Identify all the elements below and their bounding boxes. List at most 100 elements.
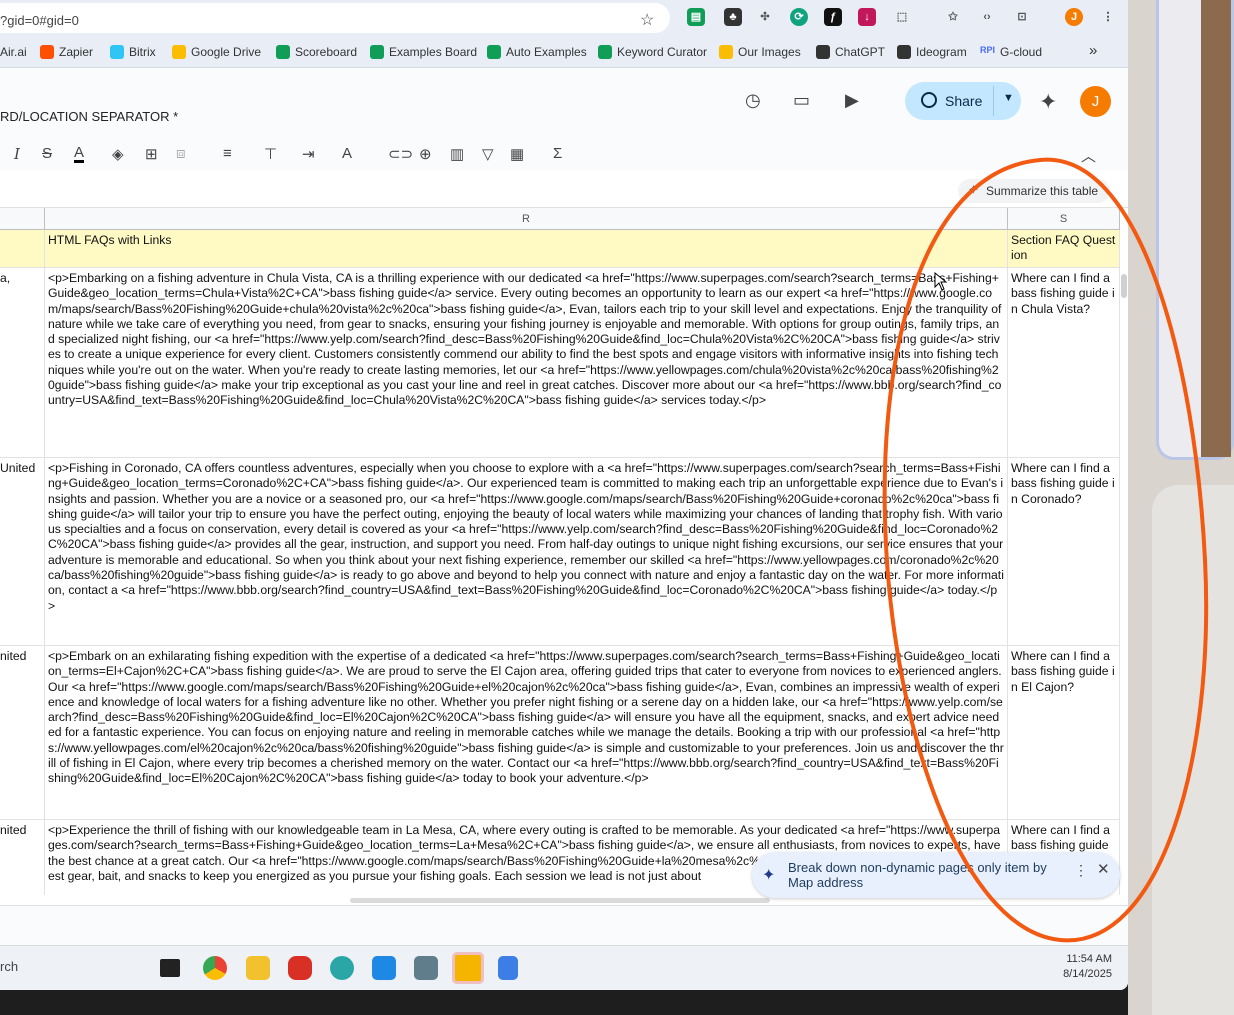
- clock-date: 8/14/2025: [1063, 968, 1112, 980]
- insert-comment-icon[interactable]: ⊕: [419, 145, 432, 163]
- cell-q[interactable]: United: [0, 458, 45, 646]
- code-icon[interactable]: ‹›: [978, 8, 996, 26]
- desktop-background: [1128, 0, 1234, 1015]
- extension-icon[interactable]: ♣: [724, 8, 742, 26]
- mouse-cursor-icon: [934, 272, 948, 291]
- text-rotation-icon[interactable]: A: [342, 145, 352, 162]
- gemini-spark-icon[interactable]: ✦: [1039, 89, 1057, 115]
- bookmark-label: Air.ai: [0, 45, 27, 59]
- bookmark-item[interactable]: Ideogram: [897, 45, 967, 59]
- header-cell-q[interactable]: [0, 230, 45, 268]
- url-text[interactable]: ?gid=0#gid=0: [0, 13, 79, 28]
- vscode-icon[interactable]: [372, 956, 396, 980]
- insert-chart-icon[interactable]: ▥: [450, 145, 464, 163]
- cell-s[interactable]: Where can I find a bass fishing guide in…: [1008, 268, 1120, 458]
- task-view-icon[interactable]: [160, 959, 180, 977]
- bookmark-item[interactable]: ChatGPT: [816, 45, 885, 59]
- share-button[interactable]: Share ▼: [905, 82, 1021, 120]
- bookmark-item[interactable]: Air.ai: [0, 45, 27, 59]
- close-icon[interactable]: ✕: [1097, 860, 1110, 878]
- cell-r[interactable]: <p>Embark on an exhilarating fishing exp…: [45, 646, 1008, 820]
- borders-icon[interactable]: ⊞: [145, 145, 158, 163]
- user-avatar[interactable]: J: [1080, 86, 1111, 117]
- profile-avatar[interactable]: J: [1065, 8, 1083, 26]
- comments-icon[interactable]: ▭: [793, 90, 810, 111]
- cell-s[interactable]: Where can I find a bass fishing guide in…: [1008, 458, 1120, 646]
- sticky-notes-icon[interactable]: [452, 952, 484, 984]
- bookmark-item[interactable]: Our Images: [719, 45, 801, 59]
- merge-cells-icon[interactable]: ⧈: [176, 145, 186, 162]
- puzzle-extension-icon[interactable]: ✣: [756, 8, 774, 26]
- screenshot-icon[interactable]: ⊡: [1013, 8, 1031, 26]
- extension-icon[interactable]: ▤: [687, 8, 705, 26]
- more-bookmarks-icon[interactable]: »: [1089, 42, 1097, 59]
- filter-icon[interactable]: ▽: [482, 145, 494, 163]
- document-title[interactable]: RD/LOCATION SEPARATOR *: [0, 109, 178, 124]
- bookmark-label: ChatGPT: [835, 45, 886, 59]
- bookmark-item[interactable]: Zapier: [40, 45, 93, 59]
- bookmark-item[interactable]: Examples Board: [370, 45, 477, 59]
- bookmark-item[interactable]: Auto Examples: [487, 45, 587, 59]
- extension-icon[interactable]: ↓: [858, 8, 876, 26]
- fill-color-icon[interactable]: ◈: [112, 145, 124, 163]
- taskbar-search[interactable]: rch: [0, 959, 18, 974]
- share-label: Share: [945, 93, 983, 109]
- text-color-icon[interactable]: A: [74, 145, 85, 163]
- horizontal-align-icon[interactable]: ≡: [223, 145, 232, 162]
- vertical-scrollbar[interactable]: [1120, 208, 1128, 908]
- functions-icon[interactable]: Σ: [553, 145, 562, 162]
- summarize-table-button[interactable]: ✦ Summarize this table: [958, 179, 1110, 203]
- text-wrap-icon[interactable]: ⇥: [302, 145, 315, 163]
- cell-q[interactable]: a,: [0, 268, 45, 458]
- bookmark-item[interactable]: Scoreboard: [276, 45, 357, 59]
- italic-icon[interactable]: I: [14, 145, 20, 163]
- insert-link-icon[interactable]: ⊂⊃: [388, 145, 413, 163]
- bookmarks-bar: Air.ai Zapier Bitrix Google Drive Scoreboard…: [0, 36, 1128, 68]
- vertical-align-icon[interactable]: ⊤: [264, 145, 277, 163]
- notepad-icon[interactable]: [498, 956, 518, 980]
- column-header-s[interactable]: S: [1008, 208, 1120, 230]
- cell-r[interactable]: <p>Fishing in Coronado, CA offers countl…: [45, 458, 1008, 646]
- app-icon[interactable]: [414, 956, 438, 980]
- bookmark-item[interactable]: Bitrix: [110, 45, 156, 59]
- version-history-icon[interactable]: ◷: [745, 90, 761, 111]
- bookmark-favicon-icon: [487, 45, 501, 59]
- bookmark-item[interactable]: RPI G-cloud: [980, 45, 1042, 59]
- column-header-q[interactable]: [0, 208, 45, 230]
- chrome-icon[interactable]: [203, 956, 227, 980]
- bookmark-item[interactable]: Keyword Curator: [598, 45, 707, 59]
- extension-icon[interactable]: ƒ: [824, 8, 842, 26]
- collapse-toolbar-icon[interactable]: ︿: [1081, 145, 1096, 166]
- spreadsheet-grid[interactable]: R S HTML FAQs with Links Section FAQ Que…: [0, 208, 1120, 908]
- address-bar[interactable]: ?gid=0#gid=0 ☆: [0, 3, 670, 33]
- app-icon[interactable]: [330, 956, 354, 980]
- bookmark-star-icon[interactable]: ☆: [640, 10, 654, 30]
- browser-menu-icon[interactable]: ⋮: [1099, 8, 1117, 26]
- bookmark-label: Ideogram: [916, 45, 967, 59]
- cell-s[interactable]: Where can I find a bass fishing guide in…: [1008, 646, 1120, 820]
- browser-window: ?gid=0#gid=0 ☆ ▤ ♣ ✣ ⟳ ƒ ↓ ⬚ ✩ ‹› ⊡ J ⋮ …: [0, 0, 1128, 990]
- app-icon[interactable]: [288, 956, 312, 980]
- chevron-down-icon[interactable]: ▼: [1003, 92, 1014, 104]
- bookmarks-icon[interactable]: ✩: [944, 8, 962, 26]
- file-explorer-icon[interactable]: [246, 956, 270, 980]
- cell-q[interactable]: nited: [0, 646, 45, 820]
- extension-icon[interactable]: ⟳: [790, 8, 808, 26]
- bookmark-item[interactable]: Google Drive: [172, 45, 261, 59]
- more-options-icon[interactable]: ⋮: [1074, 862, 1088, 879]
- bookmark-favicon-icon: [276, 45, 290, 59]
- filter-views-icon[interactable]: ▦: [510, 145, 524, 163]
- header-cell-r[interactable]: HTML FAQs with Links: [45, 230, 1008, 268]
- header-cell-s[interactable]: Section FAQ Question: [1008, 230, 1120, 268]
- system-clock[interactable]: 11:54 AM 8/14/2025: [1052, 952, 1112, 982]
- background-window: [1156, 0, 1234, 460]
- extensions-menu-icon[interactable]: ⬚: [893, 8, 911, 26]
- column-header-r[interactable]: R: [45, 208, 1008, 230]
- cell-r[interactable]: <p>Embarking on a fishing adventure in C…: [45, 268, 1008, 458]
- gemini-suggestion-toast[interactable]: ✦ Break down non-dynamic pages only item…: [752, 852, 1120, 898]
- meet-icon[interactable]: ▶︎: [845, 90, 859, 111]
- background-window: [1152, 485, 1234, 1015]
- strikethrough-icon[interactable]: S: [42, 145, 52, 162]
- globe-icon: [921, 92, 937, 108]
- sheet-header: RD/LOCATION SEPARATOR * ◷ ▭ ▶︎ Share ▼ ✦…: [0, 68, 1128, 140]
